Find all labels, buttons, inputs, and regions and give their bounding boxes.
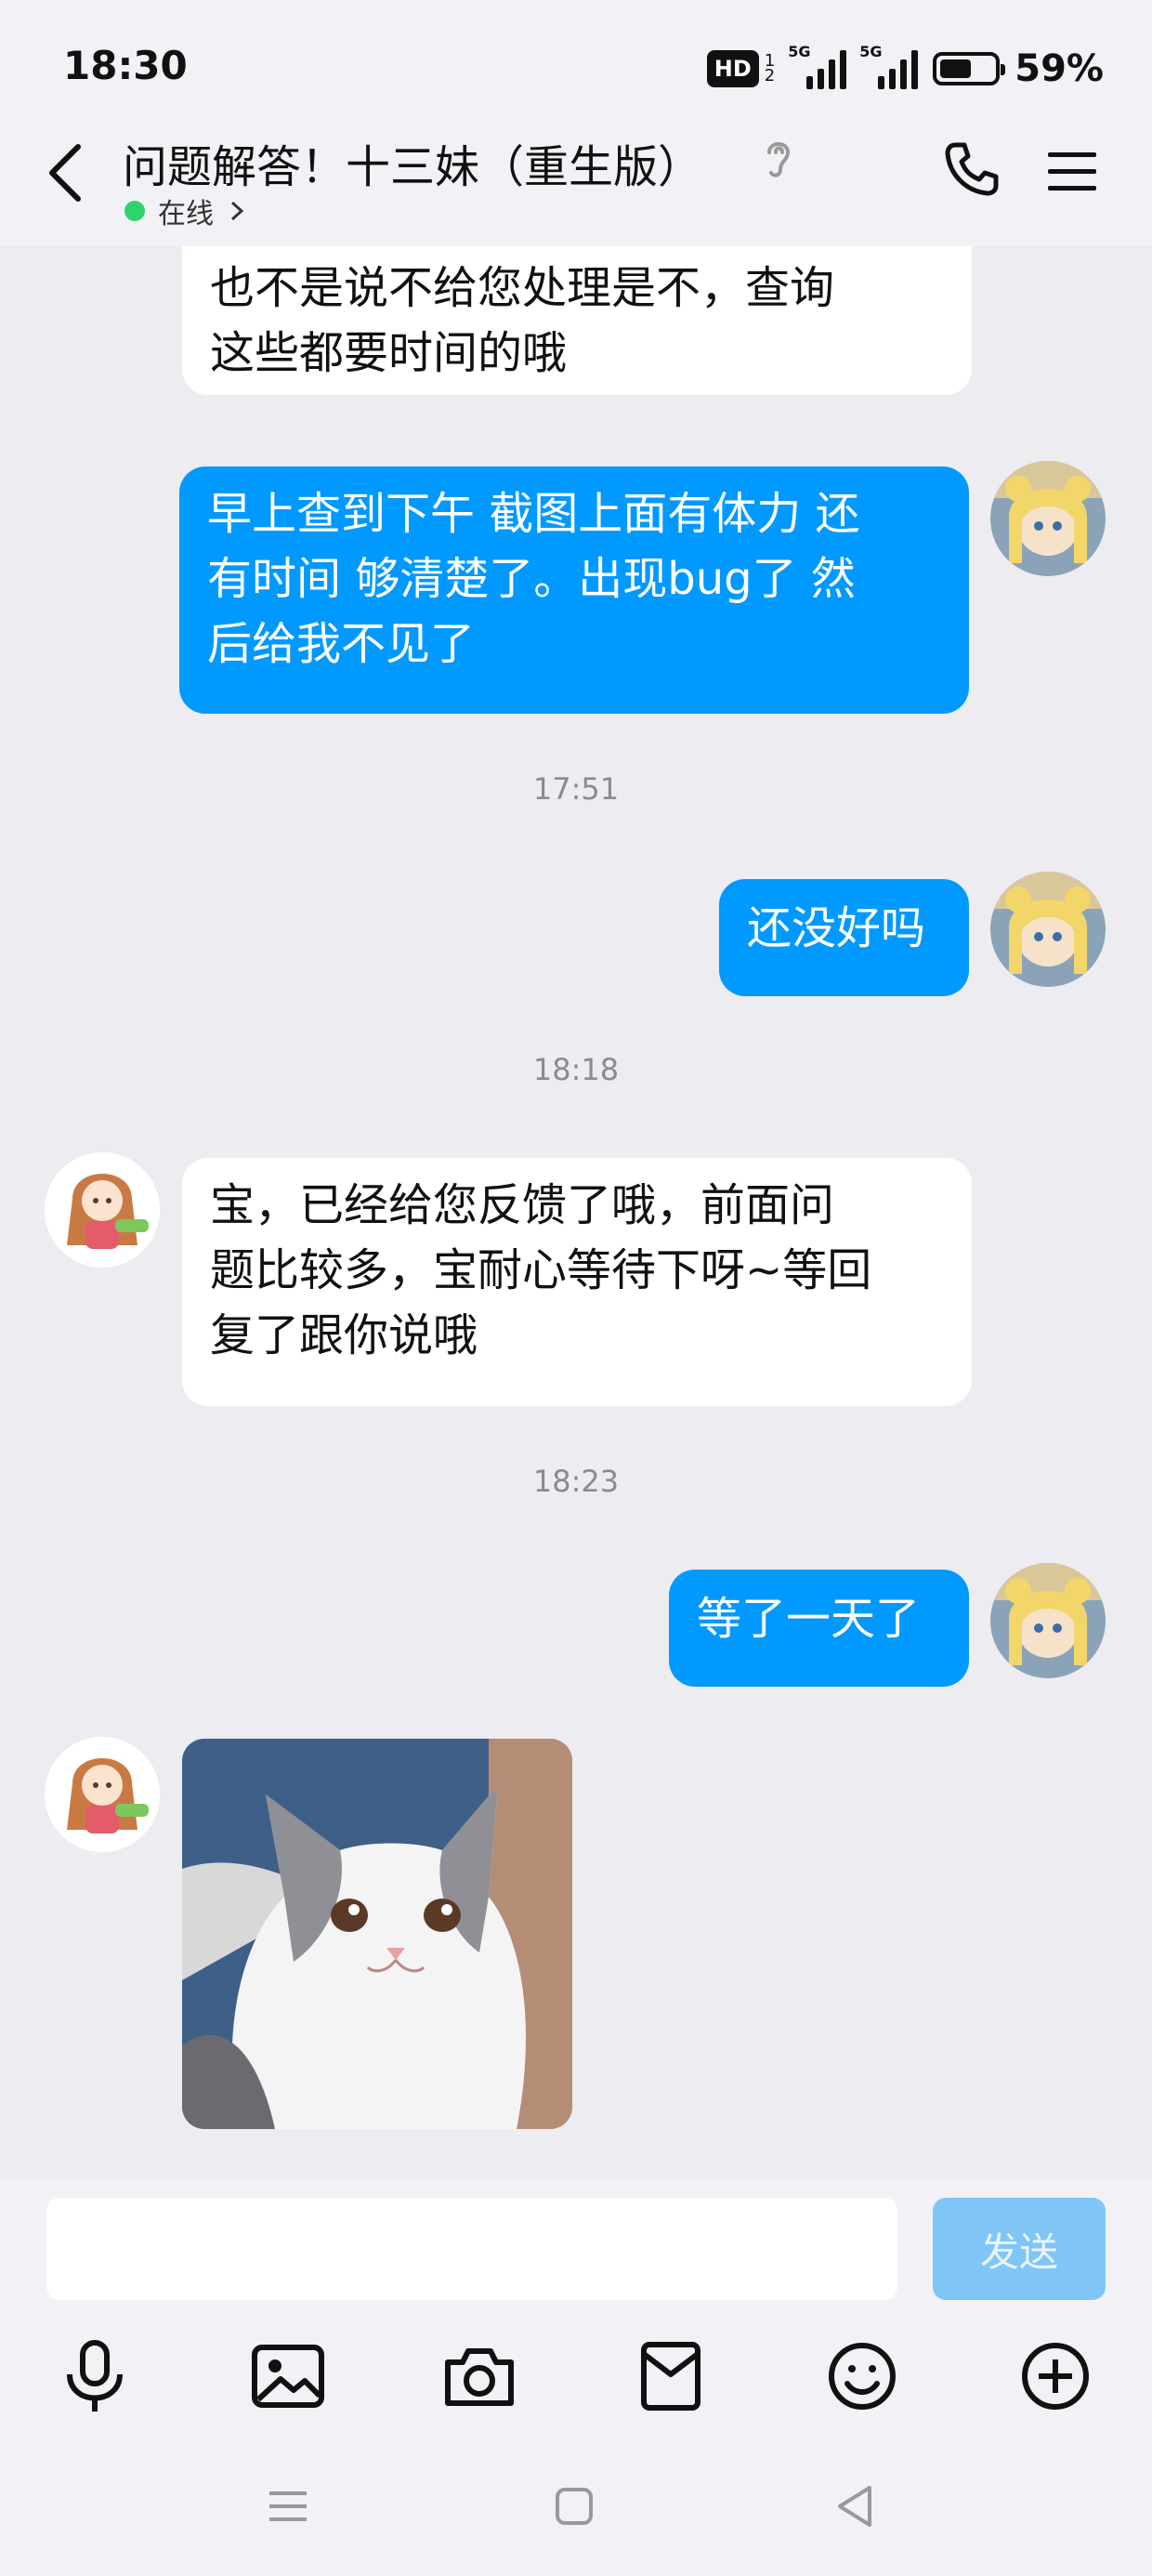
system-nav-bar (0, 2478, 1152, 2553)
battery-icon (933, 52, 1006, 85)
message-line: 复了跟你说哦 (210, 1309, 478, 1361)
network-label-1: 5G (788, 43, 811, 60)
ear-icon[interactable] (760, 136, 797, 180)
image-icon (252, 2345, 324, 2408)
microphone-icon (67, 2340, 123, 2412)
voice-button[interactable] (56, 2337, 134, 2415)
nav-menu-button[interactable] (260, 2478, 316, 2534)
message-line: 宝，已经给您反馈了哦，前面问 (210, 1179, 835, 1231)
camera-button[interactable] (440, 2337, 518, 2415)
nav-home-button[interactable] (546, 2478, 602, 2534)
hd-sub: 1 2 (764, 53, 776, 85)
back-icon (49, 144, 81, 202)
nav-menu-icon (269, 2491, 307, 2521)
network-label-2: 5G (859, 43, 883, 60)
my-avatar[interactable] (990, 1563, 1106, 1678)
message-line: 等了一天了 (697, 1593, 921, 1645)
send-button[interactable]: 发送 (933, 2198, 1106, 2300)
message-line: 有时间 够清楚了。出现bug了 然 (207, 553, 856, 605)
message-line: 后给我不见了 (207, 618, 476, 670)
emoji-button[interactable] (823, 2337, 901, 2415)
message-line: 这些都要时间的哦 (210, 327, 568, 379)
incoming-message[interactable]: 也不是说不给您处理是不，查询 这些都要时间的哦 (182, 246, 972, 395)
message-line: 也不是说不给您处理是不，查询 (210, 262, 835, 314)
input-area: 发送 (0, 2179, 1152, 2576)
message-line: 题比较多，宝耐心等待下呀~等回 (210, 1244, 872, 1296)
nav-back-button[interactable] (827, 2478, 883, 2534)
contact-avatar[interactable] (45, 1737, 160, 1852)
red-packet-icon (641, 2342, 700, 2411)
battery-fill (940, 59, 972, 78)
more-button[interactable] (1016, 2337, 1094, 2415)
outgoing-message[interactable]: 等了一天了 (669, 1570, 969, 1687)
phone-icon[interactable] (942, 139, 1001, 199)
chat-title[interactable]: 问题解答！十三妹（重生版） (123, 130, 702, 195)
cat-sticker[interactable] (182, 1739, 572, 2129)
my-avatar[interactable] (990, 461, 1106, 576)
online-dot (124, 201, 145, 221)
menu-icon[interactable] (1046, 149, 1098, 195)
chevron-right-icon (230, 201, 244, 221)
message-line: 早上查到下午 截图上面有体力 还 (207, 488, 860, 540)
hd-badge: HD (706, 50, 759, 87)
my-avatar[interactable] (990, 872, 1106, 987)
input-toolbar (0, 2337, 1152, 2439)
timestamp: 17:51 (532, 771, 620, 807)
outgoing-message[interactable]: 早上查到下午 截图上面有体力 还 有时间 够清楚了。出现bug了 然 后给我不见… (179, 467, 969, 714)
back-button[interactable] (37, 139, 93, 206)
camera-icon (445, 2348, 514, 2406)
red-packet-button[interactable] (632, 2337, 710, 2415)
hd-sub-2: 2 (764, 66, 776, 85)
battery-percent: 59% (1015, 47, 1104, 90)
signal-icon-1: 5G (788, 43, 847, 89)
signal-icon-2: 5G (859, 43, 919, 89)
message-line: 还没好吗 (747, 902, 926, 954)
contact-avatar[interactable] (45, 1152, 160, 1268)
top-bar: 18:30 HD 1 2 5G 5G 59% 问题解答！十三妹（重生版） 在线 (0, 0, 1152, 246)
incoming-message[interactable]: 宝，已经给您反馈了哦，前面问 题比较多，宝耐心等待下呀~等回 复了跟你说哦 (182, 1158, 972, 1406)
status-indicators: HD 1 2 5G 5G 59% (706, 43, 1104, 91)
online-status[interactable]: 在线 (124, 191, 247, 231)
online-label: 在线 (158, 198, 214, 230)
nav-home-icon (556, 2488, 593, 2525)
outgoing-message[interactable]: 还没好吗 (719, 879, 969, 996)
timestamp: 18:18 (532, 1052, 620, 1087)
plus-icon (1022, 2343, 1089, 2410)
message-list[interactable]: 也不是说不给您处理是不，查询 这些都要时间的哦 早上查到下午 截图上面有体力 还… (0, 246, 1152, 2179)
emoji-icon (829, 2343, 896, 2410)
image-button[interactable] (249, 2337, 327, 2415)
status-time: 18:30 (63, 43, 188, 88)
nav-back-icon (838, 2486, 871, 2527)
timestamp: 18:23 (532, 1464, 620, 1499)
message-input[interactable] (46, 2198, 897, 2300)
